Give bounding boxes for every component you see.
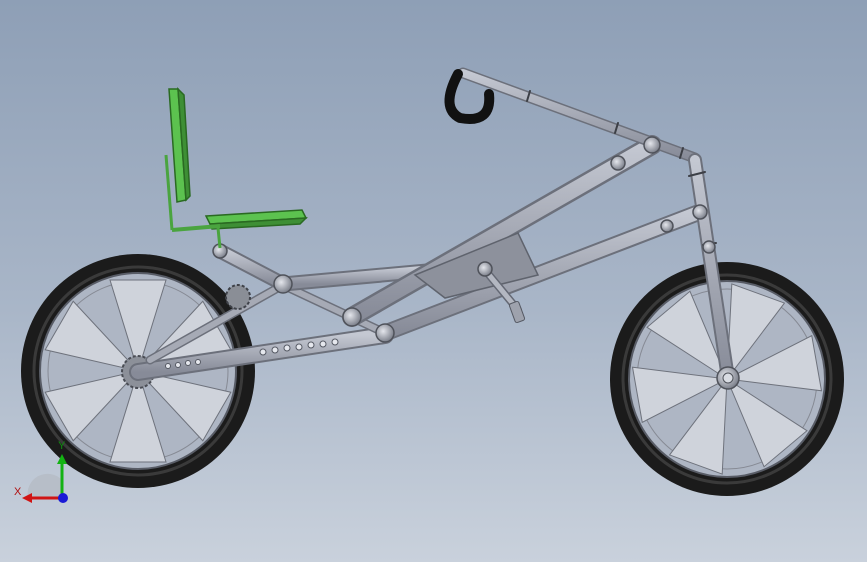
coordinate-triad: X Y bbox=[10, 440, 80, 510]
recumbent-bike-model[interactable] bbox=[0, 0, 867, 562]
y-axis-label: Y bbox=[58, 440, 66, 452]
triad-graphic bbox=[22, 454, 68, 503]
x-axis-label: X bbox=[14, 486, 22, 498]
seat bbox=[164, 87, 308, 249]
z-axis-dot bbox=[58, 493, 68, 503]
chainring bbox=[225, 284, 251, 310]
main-frame bbox=[212, 135, 709, 342]
pedal bbox=[508, 300, 526, 324]
graphics-viewport[interactable]: X Y bbox=[0, 0, 867, 562]
